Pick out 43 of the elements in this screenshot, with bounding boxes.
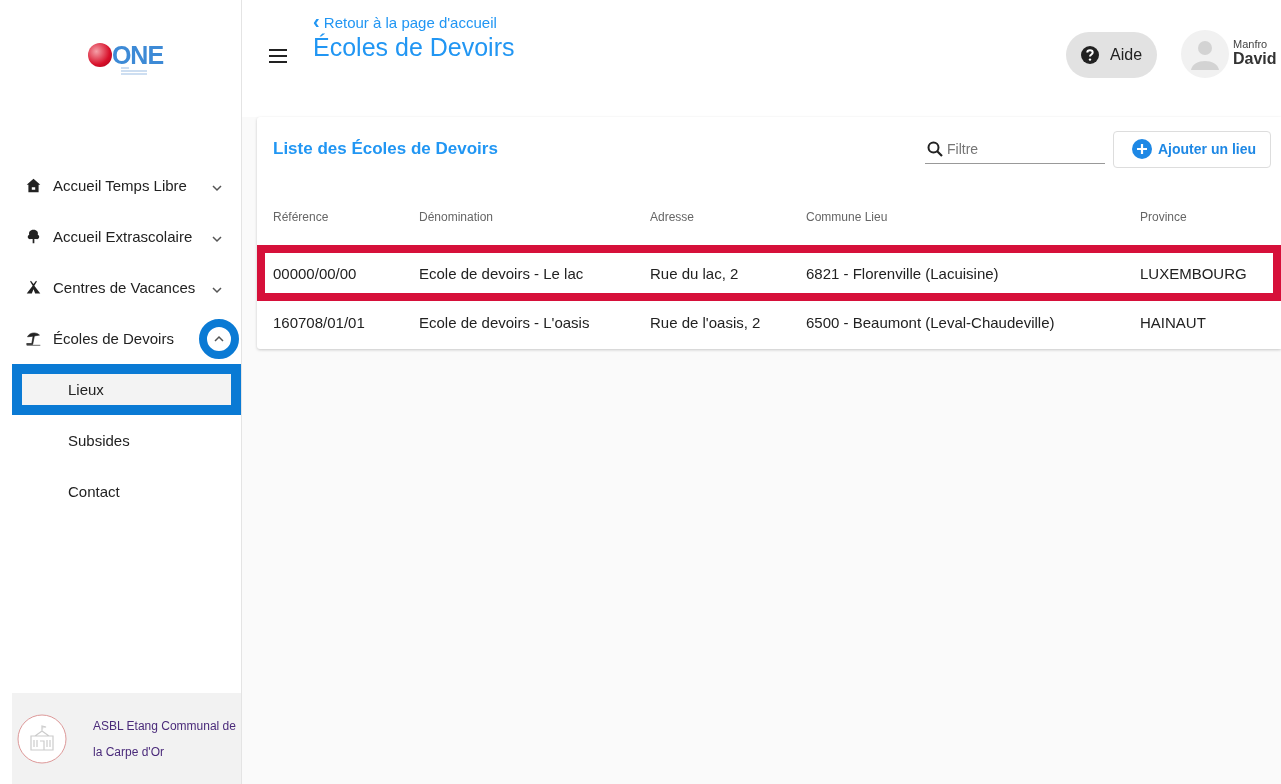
table-cell-text: Rue de l'oasis, 2 [650, 314, 762, 331]
sidebar-item[interactable]: Centres de Vacances [0, 262, 241, 313]
sidebar-item[interactable]: Accueil Extrascolaire [0, 211, 241, 262]
table-cell-text: 00000/00/00 [273, 264, 358, 282]
user-name: David [1233, 50, 1278, 68]
table-cell-text: 6500 - Beaumont (Leval-Chaudeville) [806, 314, 1056, 331]
column-header: Adresse [650, 210, 696, 224]
help-button[interactable]: Aide [1066, 32, 1157, 78]
table-cell-text: Ecole de devoirs - L'oasis [419, 314, 591, 331]
card-title: Liste des Écoles de Devoirs [273, 139, 499, 159]
sidebar-item[interactable]: Accueil Temps Libre [0, 160, 241, 211]
logo: ONE [87, 43, 164, 67]
column-header: Référence [273, 210, 330, 224]
plus-icon [1132, 139, 1152, 159]
tent-icon [25, 279, 42, 296]
page-title: Écoles de Devoirs [313, 33, 516, 62]
help-icon [1080, 45, 1100, 65]
submenu-item[interactable]: Lieux [12, 364, 241, 415]
organization-name: ASBL Etang Communal de la Carpe d'Or [93, 717, 237, 761]
add-place-button[interactable]: Ajouter un lieu [1113, 130, 1271, 168]
table-cell-text: 6821 - Florenville (Lacuisine) [806, 264, 1000, 282]
table-cell-text: LUXEMBOURG [1140, 264, 1248, 282]
table-cell-text: HAINAUT [1140, 314, 1207, 331]
filter-field[interactable]: Filtre [925, 134, 1105, 164]
table-row[interactable]: 160708/01/01 Ecole de devoirs - L'oasis Rue de l'oasis, 2 6500 - Beaumont (Leval-Chaudeville) HAINAUT [257, 297, 1281, 347]
tree-icon [25, 228, 42, 245]
column-header: Commune Lieu [806, 210, 889, 224]
highlighted-row[interactable]: 00000/00/00 Ecole de devoirs - Le lac Rue du lac, 2 6821 - Florenville (Lacuisine) LUXEMBOURG [257, 245, 1281, 301]
building-icon [17, 713, 67, 764]
table-cell-text: Ecole de devoirs - Le lac [419, 264, 585, 282]
column-header: Dénomination [419, 210, 495, 224]
search-icon [927, 141, 943, 157]
menu-icon[interactable] [269, 49, 287, 63]
beach-umbrella-icon [25, 330, 42, 347]
submenu-item[interactable]: Subsides [12, 415, 241, 466]
expand-toggle-button[interactable] [199, 318, 239, 359]
avatar-icon[interactable] [1181, 30, 1229, 78]
column-header: Province [1140, 210, 1188, 224]
submenu-item[interactable]: Contact [12, 466, 241, 517]
table-cell-text: 160708/01/01 [273, 314, 366, 331]
table-cell-text: Rue du lac, 2 [650, 264, 740, 282]
user-name: Manfro [1233, 38, 1269, 50]
house-icon [25, 177, 42, 194]
